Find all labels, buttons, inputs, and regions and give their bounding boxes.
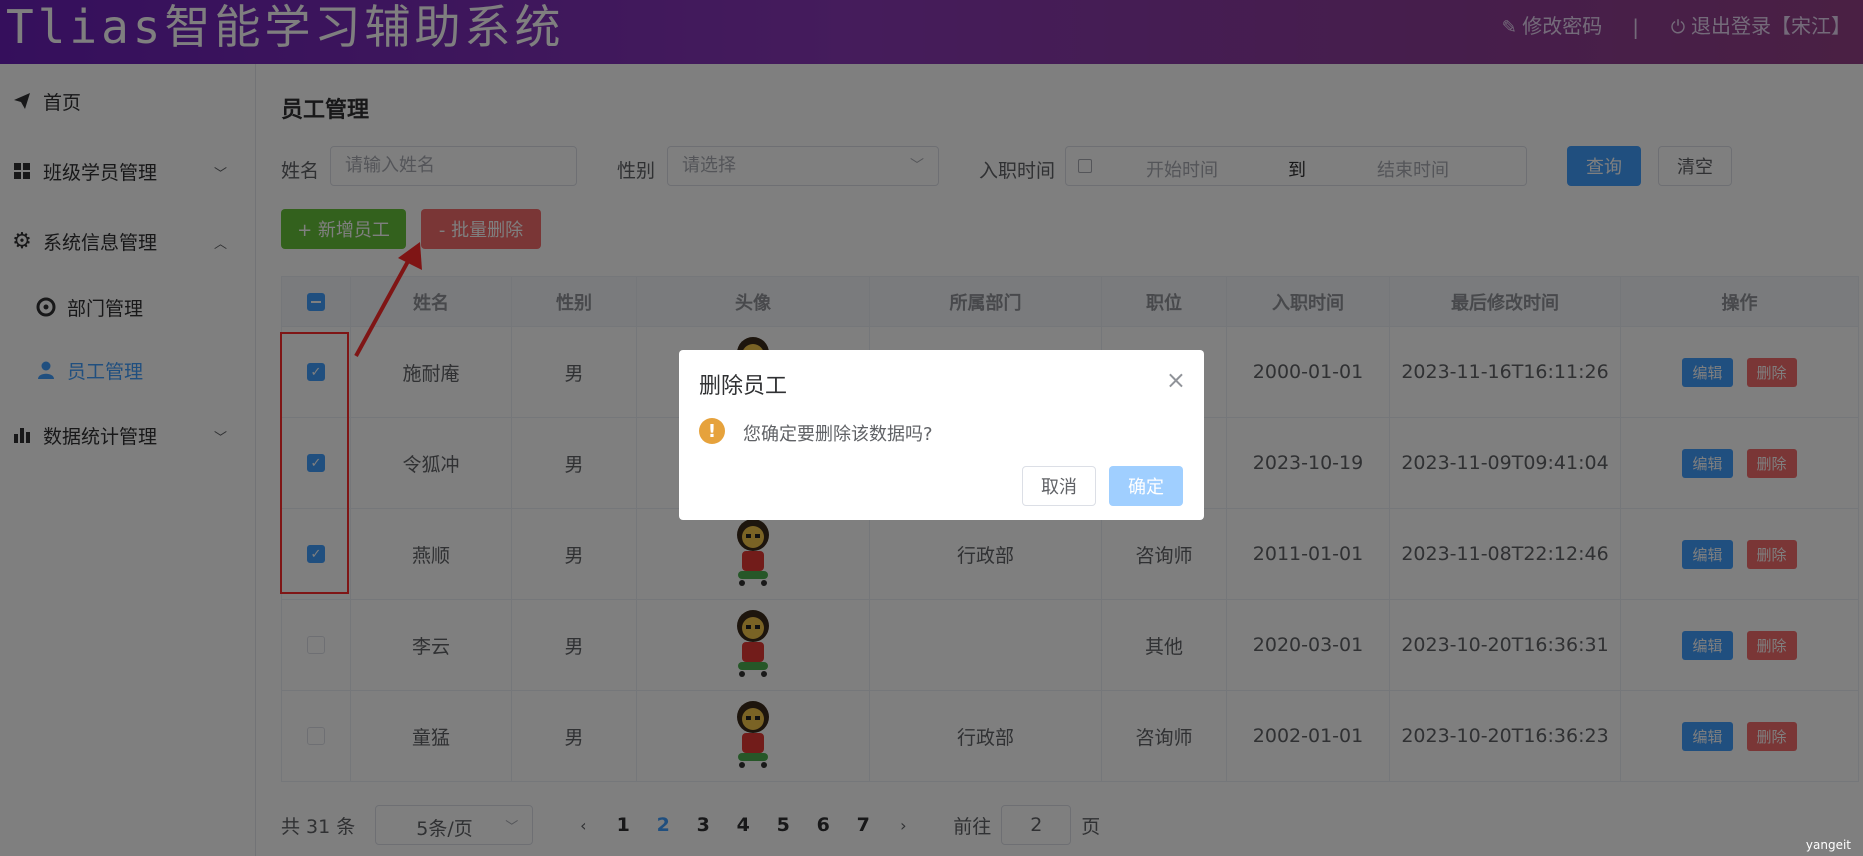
cancel-button[interactable]: 取消 <box>1022 466 1096 506</box>
watermark: yangeit <box>1805 838 1851 852</box>
delete-confirm-dialog: 删除员工 × ! 您确定要删除该数据吗? 取消 确定 <box>679 350 1204 520</box>
confirm-button[interactable]: 确定 <box>1109 466 1183 506</box>
warning-icon: ! <box>699 418 725 444</box>
close-icon[interactable]: × <box>1166 366 1186 394</box>
dialog-message: 您确定要删除该数据吗? <box>743 424 933 445</box>
dialog-title: 删除员工 <box>699 374 788 399</box>
